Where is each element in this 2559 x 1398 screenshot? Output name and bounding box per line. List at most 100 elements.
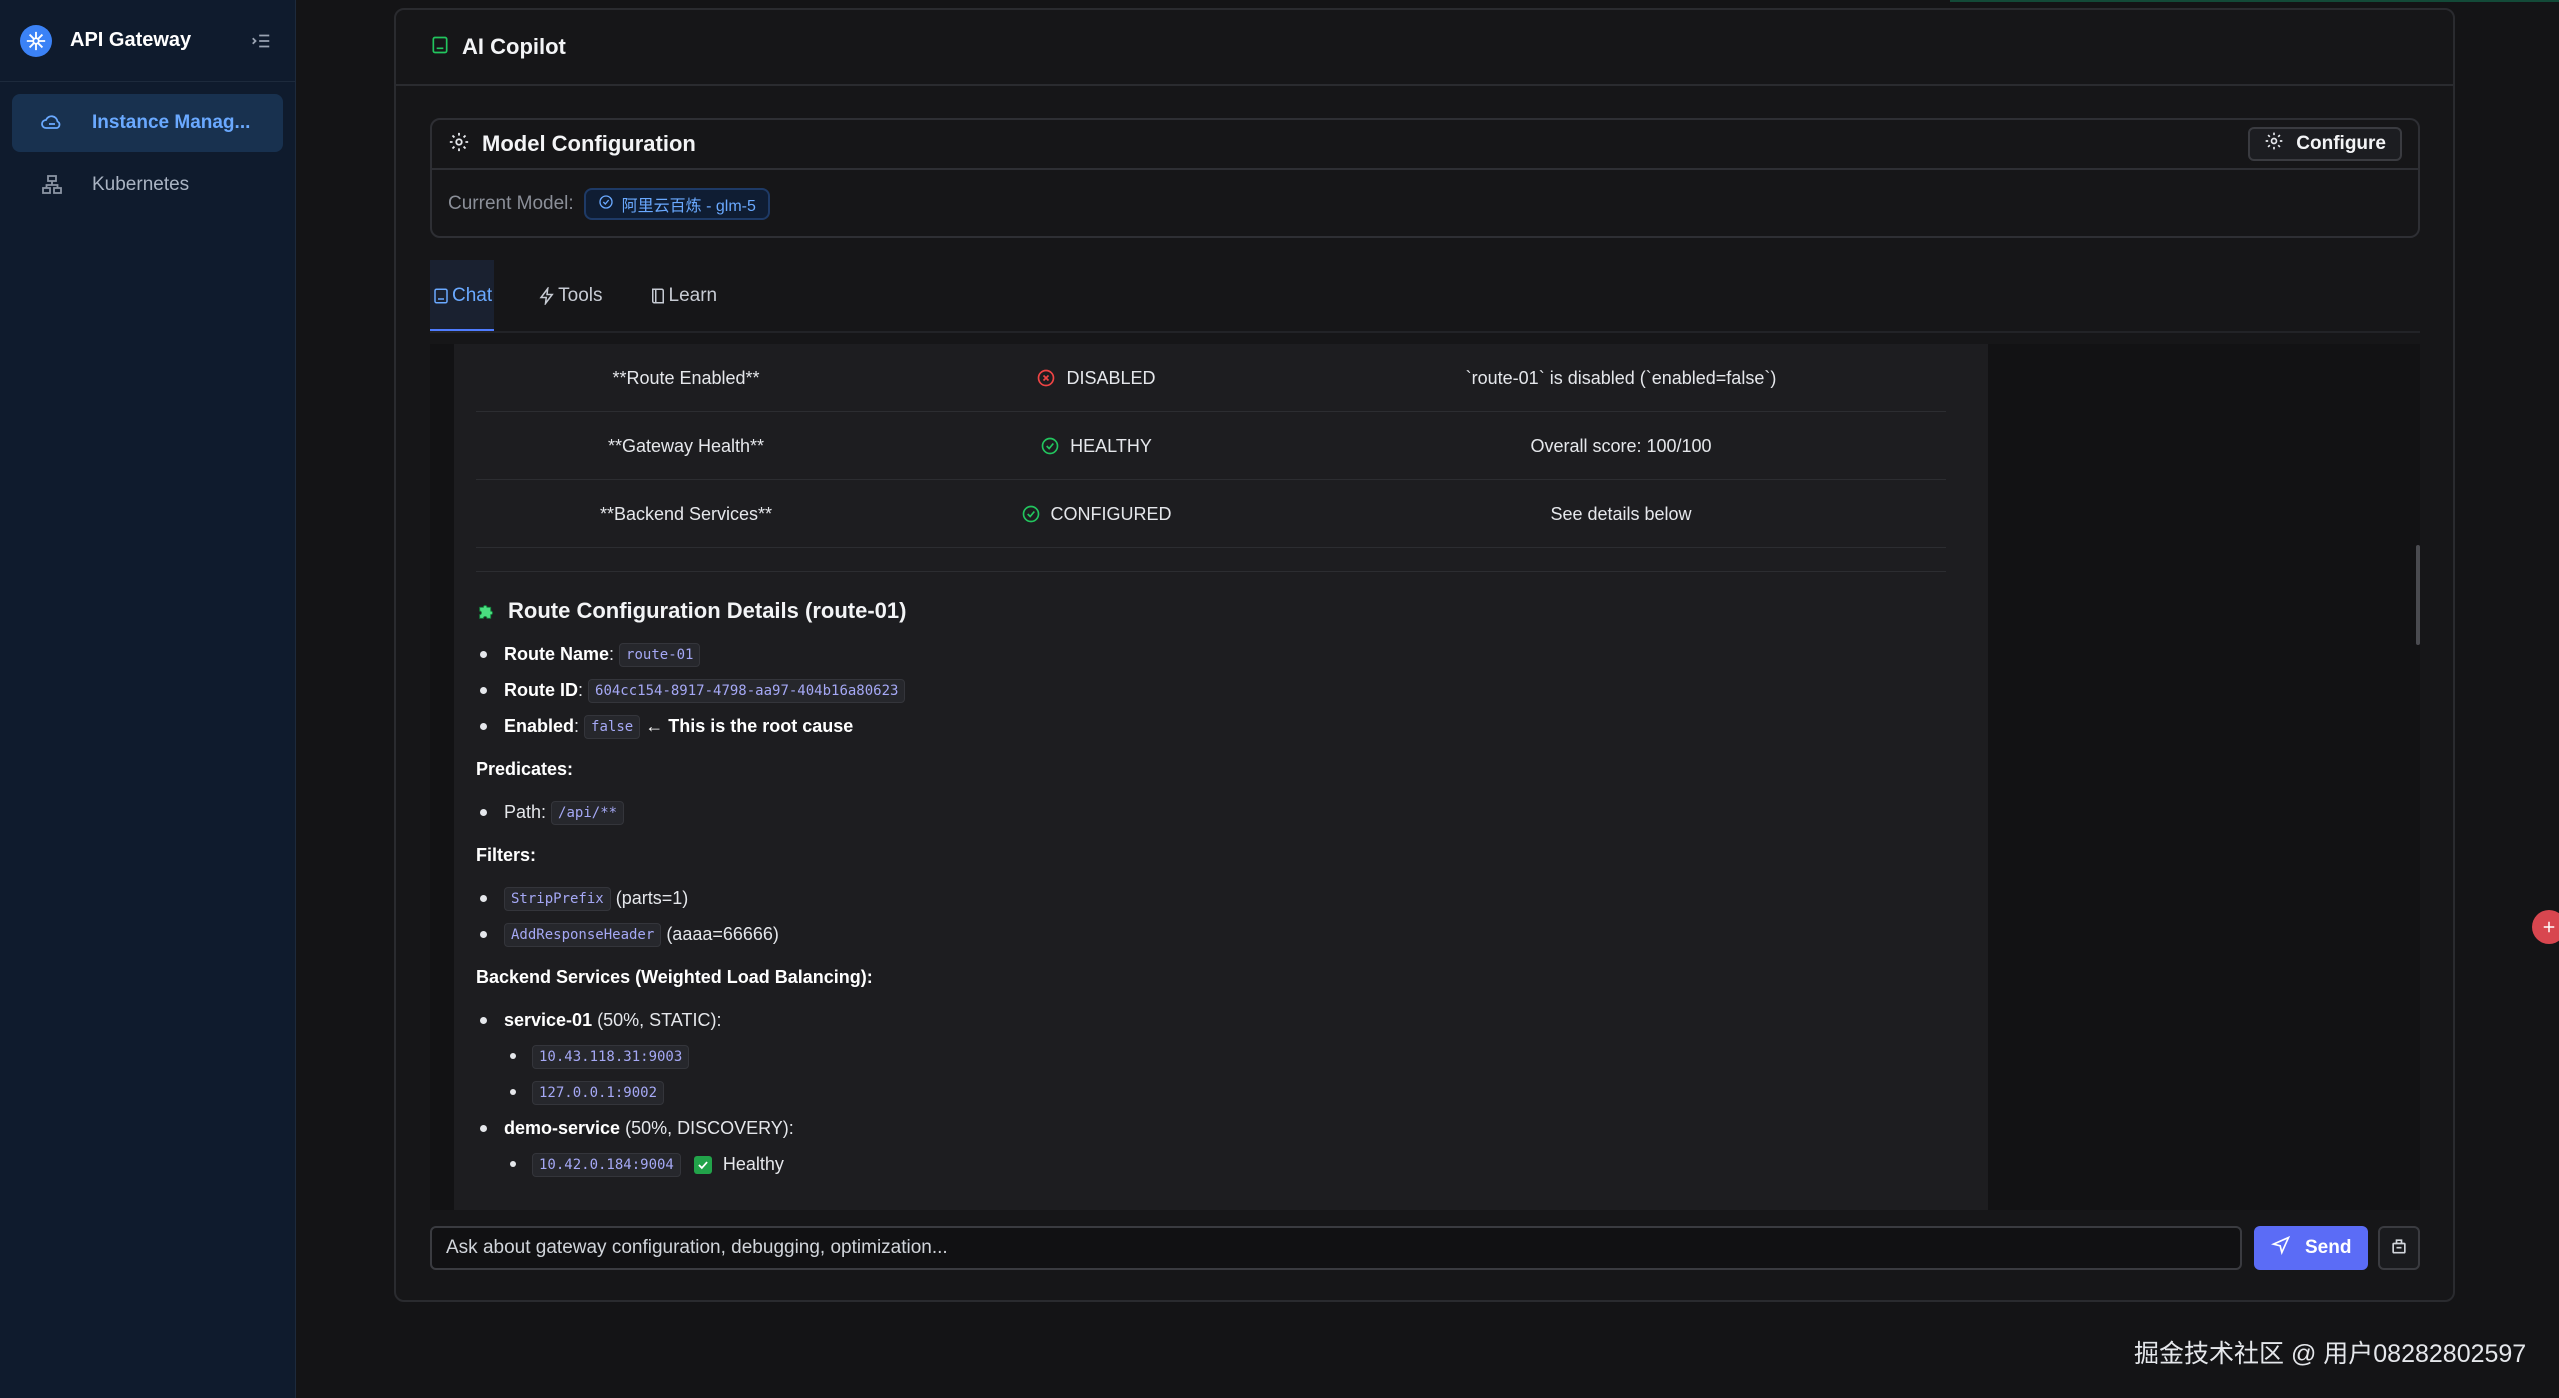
settings-icon [448,131,470,158]
tab-chat[interactable]: Chat [430,260,495,332]
floating-helper-icon[interactable] [2532,910,2559,944]
clear-chat-button[interactable] [2378,1226,2420,1270]
backend-services-heading: Backend Services (Weighted Load Balancin… [476,967,873,987]
table-cell-details: See details below [1550,503,1692,524]
endpoint-code: 10.43.118.31:9003 [532,1045,690,1070]
lightning-icon [538,287,556,305]
list-item: Path: /api/** [476,794,1946,830]
collapse-sidebar-icon[interactable] [247,27,275,55]
tab-label: Tools [558,285,603,306]
sidebar-item-kubernetes[interactable]: Kubernetes [12,156,283,214]
table-cell-item: **Gateway Health** [607,435,765,456]
list-item: Route ID: 604cc154-8917-4798-aa97-404b16… [476,672,1946,708]
broom-icon [2389,1236,2409,1261]
status-text: DISABLED [1066,367,1156,388]
chat-robot-icon [432,287,450,305]
robot-icon [430,35,450,60]
filters-heading: Filters: [476,845,537,865]
endpoint-code: 127.0.0.1:9002 [532,1081,665,1106]
configure-button[interactable]: Configure [2248,127,2402,161]
service-meta: (50%, DISCOVERY): [625,1118,794,1138]
gear-icon [2264,131,2284,157]
endpoint-list: 10.43.118.31:9003 127.0.0.1:9002 [504,1038,1946,1110]
route-details-title: Route Configuration Details (route-01) [508,598,907,623]
assistant-message: **Route Enabled** DISABLED `route-01` is… [454,344,1988,1210]
backend-services-list: service-01 (50%, STATIC): 10.43.118.31:9… [476,1002,1946,1182]
puzzle-icon [476,600,498,622]
message-content: **Route Enabled** DISABLED `route-01` is… [476,344,1946,1182]
chat-scrollbar[interactable] [2416,545,2420,645]
current-model-label: Current Model: [448,193,574,214]
brand-header: API Gateway [0,0,295,82]
panel-title: AI Copilot [462,34,566,59]
ai-copilot-panel: AI Copilot Model Configuration Configure [394,8,2455,1302]
table-cell-status: CONFIGURED [896,480,1296,548]
list-item: service-01 (50%, STATIC): 10.43.118.31:9… [476,1002,1946,1110]
watermark: 掘金技术社区 @ 用户08282802597 [2134,1340,2527,1368]
route-name-label: Route Name [504,644,610,664]
route-info-list: Route Name: route-01 Route ID: 604cc154-… [476,636,1946,744]
list-item: Enabled: false ← This is the root cause [476,708,1946,744]
enabled-label: Enabled [504,716,575,736]
table-row: **Gateway Health** HEALTHY Overall score… [476,412,1946,480]
check-circle-icon [598,194,614,215]
list-item: demo-service (50%, DISCOVERY): 10.42.0.1… [476,1110,1946,1182]
filter-args: (aaaa=66666) [666,924,779,944]
enabled-code: false [584,715,641,740]
filter-name-code: StripPrefix [504,887,611,912]
tab-label: Learn [668,285,718,306]
copilot-tabs: Chat Tools Learn [430,260,761,332]
service-name: demo-service [504,1118,621,1138]
status-text: HEALTHY [1070,435,1152,456]
send-label: Send [2304,1237,2352,1258]
filters-list: StripPrefix (parts=1) AddResponseHeader … [476,880,1946,952]
send-icon [2270,1235,2291,1261]
path-label: Path: [504,802,547,822]
table-row: **Backend Services** CONFIGURED See deta… [476,480,1946,548]
route-name-code: route-01 [619,643,701,668]
status-text: CONFIGURED [1050,503,1172,524]
tab-learn[interactable]: Learn [647,260,720,332]
cloud-icon [40,111,64,135]
model-card-header: Model Configuration Configure [432,120,2418,170]
brand-name: API Gateway [70,29,192,51]
check-circle-icon [1040,436,1060,456]
x-circle-icon [1036,368,1056,388]
cluster-icon [40,173,64,197]
service-name: service-01 [504,1010,593,1030]
table-cell-item: **Route Enabled** [612,367,760,388]
route-id-label: Route ID [504,680,578,700]
tabs-divider [430,331,2420,333]
table-row: **Route Enabled** DISABLED `route-01` is… [476,344,1946,412]
sidebar: API Gateway Instance Manag... Kubernetes [0,0,296,1398]
sidebar-item-instance-management[interactable]: Instance Manag... [12,94,283,152]
table-end-divider [476,548,1946,572]
current-model-tag[interactable]: 阿里云百炼 - glm-5 [583,188,770,220]
chat-messages-area[interactable]: **Route Enabled** DISABLED `route-01` is… [430,344,2420,1210]
filter-name-code: AddResponseHeader [504,923,662,948]
list-item: 10.42.0.184:9004 Healthy [504,1146,1946,1182]
chat-input[interactable] [430,1226,2243,1270]
service-meta: (50%, STATIC): [597,1010,722,1030]
sidebar-nav: Instance Manag... Kubernetes [0,82,295,230]
list-item: 127.0.0.1:9002 [504,1074,1946,1110]
predicates-list: Path: /api/** [476,794,1946,830]
send-button[interactable]: Send [2254,1226,2369,1270]
endpoint-list: 10.42.0.184:9004 Healthy [504,1146,1946,1182]
sidebar-item-label: Instance Manag... [92,112,251,133]
table-cell-item: **Backend Services** [599,503,773,524]
route-details-heading: Route Configuration Details (route-01) [476,596,1946,626]
panel-header: AI Copilot [396,10,2453,86]
top-accent-line [1950,0,2559,2]
endpoint-code: 10.42.0.184:9004 [532,1153,681,1178]
check-box-icon [693,1156,712,1175]
sidebar-item-label: Kubernetes [92,174,190,195]
endpoint-health: Healthy [722,1154,784,1174]
chat-input-row: Send [430,1226,2420,1270]
tab-tools[interactable]: Tools [536,260,604,332]
list-item: StripPrefix (parts=1) [476,880,1946,916]
root-cause-note: ← This is the root cause [645,716,854,736]
predicates-heading: Predicates: [476,759,574,779]
model-card-body: Current Model: 阿里云百炼 - glm-5 [432,170,2418,238]
check-circle-icon [1021,504,1041,524]
